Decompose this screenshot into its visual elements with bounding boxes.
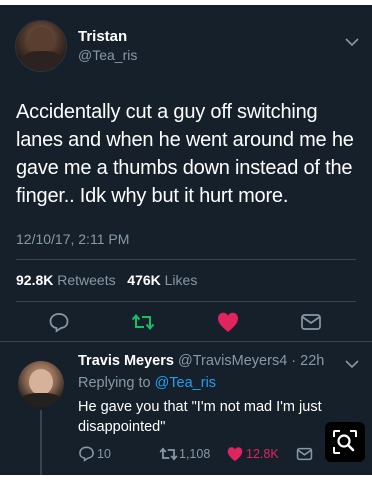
zoom-search-button[interactable]: [325, 422, 365, 462]
replying-to: Replying to @Tea_ris: [78, 375, 216, 391]
author-avatar[interactable]: [15, 20, 67, 72]
divider: [0, 341, 372, 342]
reply-text: He gave you that "I'm not mad I'm just d…: [78, 399, 322, 435]
replying-handle-link[interactable]: @Tea_ris: [155, 375, 216, 391]
likes-label[interactable]: Likes: [165, 272, 198, 288]
chevron-down-icon[interactable]: [345, 37, 359, 47]
likes-count[interactable]: 476K: [127, 272, 160, 288]
reply-count[interactable]: 10: [97, 447, 111, 461]
share-icon[interactable]: [300, 312, 322, 332]
tweet-text: Accidentally cut a guy off switching lan…: [16, 101, 354, 207]
reply-author-handle-time[interactable]: @TravisMeyers4 · 22h: [178, 353, 324, 369]
retweets-count[interactable]: 92.8K: [16, 272, 53, 288]
divider: [16, 259, 356, 260]
reply-icon[interactable]: [78, 445, 95, 462]
reply-retweet-count[interactable]: 1,108: [179, 447, 210, 461]
replying-prefix: Replying to: [78, 375, 151, 391]
retweet-icon[interactable]: [159, 446, 178, 462]
tweet-timestamp[interactable]: 12/10/17, 2:11 PM: [16, 231, 129, 247]
author-name[interactable]: Tristan: [78, 28, 127, 45]
reply-icon[interactable]: [48, 311, 70, 333]
reply-like-count[interactable]: 12.8K: [246, 447, 279, 461]
engagement-stats: 92.8K Retweets 476K Likes: [16, 272, 197, 288]
divider: [16, 301, 356, 302]
magnifier-icon: [333, 430, 357, 454]
thread-line: [40, 410, 42, 475]
tweet-card: Tristan @Tea_ris Accidentally cut a guy …: [0, 5, 372, 475]
share-icon[interactable]: [296, 446, 313, 462]
chevron-down-icon[interactable]: [345, 359, 359, 369]
retweet-icon[interactable]: [131, 312, 155, 332]
like-icon[interactable]: [216, 311, 240, 333]
author-handle[interactable]: @Tea_ris: [78, 47, 137, 63]
reply-author-avatar[interactable]: [18, 361, 64, 407]
reply-author-name[interactable]: Travis Meyers: [78, 353, 174, 369]
like-icon[interactable]: [226, 446, 244, 462]
retweets-label[interactable]: Retweets: [57, 272, 115, 288]
